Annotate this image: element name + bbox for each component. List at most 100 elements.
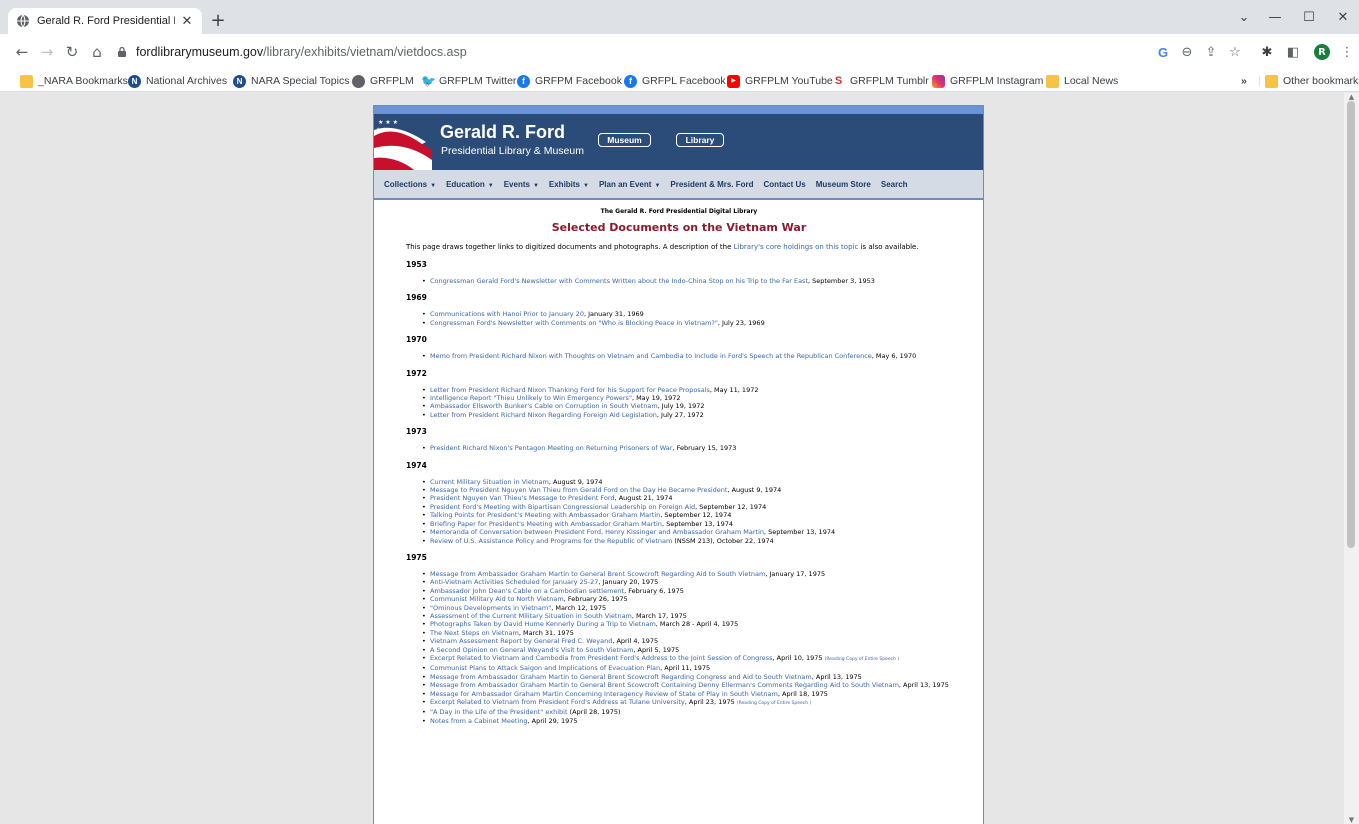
menu-dots-icon[interactable]: ⋮ [1337,42,1357,62]
nav-item-search[interactable]: Search [881,180,908,189]
document-link[interactable]: Excerpt Related to Vietnam and Cambodia … [430,654,773,662]
minimize-icon[interactable]: — [1261,6,1289,28]
bookmark-national-archives[interactable]: N National Archives [128,72,227,90]
google-translate-icon[interactable]: G [1153,42,1173,62]
back-icon[interactable]: ← [13,43,31,61]
document-link[interactable]: Briefing Paper for President's Meeting w… [430,520,662,528]
document-link[interactable]: Letter from President Richard Nixon Rega… [430,411,657,419]
document-link[interactable]: President Richard Nixon's Pentagon Meeti… [430,444,672,452]
document-link[interactable]: Assessment of the Current Military Situa… [430,612,632,620]
scrollbar-thumb[interactable] [1347,101,1355,548]
forward-icon[interactable]: → [38,43,56,61]
twitter-icon: 🐦 [421,73,436,88]
bookmark-nara-bookmarks[interactable]: _NARA Bookmarks [20,72,128,90]
document-list: Message from Ambassador Graham Martin to… [422,570,954,726]
nav-item-exhibits[interactable]: Exhibits ▼ [549,180,589,189]
document-link[interactable]: Excerpt Related to Vietnam from Presiden… [430,698,685,706]
core-holdings-link[interactable]: Library's core holdings on this topic [734,243,859,251]
document-link[interactable]: Anti-Vietnam Activities Scheduled for Ja… [430,578,598,586]
museum-button[interactable]: Museum [598,133,651,147]
tumblr-icon: S [834,74,843,87]
bookmark-grfplm[interactable]: GRFPLM [352,72,414,90]
document-link[interactable]: Communications with Hanoi Prior to Janua… [430,310,584,318]
scrollbar[interactable]: ▲ ▼ [1344,93,1359,824]
scroll-down-arrow-icon[interactable]: ▼ [1347,816,1356,824]
document-link[interactable]: Message from Ambassador Graham Martin to… [430,570,765,578]
document-link[interactable]: Current Military Situation in Vietnam [430,478,549,486]
document-link[interactable]: Letter from President Richard Nixon Than… [430,386,710,394]
document-link[interactable]: Ambassador John Dean's Cable on a Cambod… [430,587,624,595]
document-link[interactable]: A Second Opinion on General Weyand's Vis… [430,646,633,654]
bookmark-other-bookmarks[interactable]: Other bookmarks [1265,72,1359,90]
bookmark-grfplm-instagram[interactable]: GRFPLM Instagram [932,72,1043,90]
bookmark-grfplm-twitter[interactable]: 🐦 GRFPLM Twitter [421,72,516,90]
maximize-icon[interactable]: ☐ [1295,6,1323,28]
document-link[interactable]: Message for Ambassador Graham Martin Con… [430,690,778,698]
document-link[interactable]: Congressman Gerald Ford's Newsletter wit… [430,277,808,285]
close-window-icon[interactable]: ✕ [1329,6,1357,28]
brand-name[interactable]: Gerald R. Ford [440,122,565,143]
nav-item-contact-us[interactable]: Contact Us [764,180,806,189]
share-icon[interactable]: ⇪ [1201,42,1221,62]
home-icon[interactable]: ⌂ [88,43,106,61]
document-link[interactable]: Photographs Taken by David Hume Kennerly… [430,620,656,628]
bookmark-label: GRFPM Facebook [535,75,622,87]
document-link[interactable]: Notes from a Cabinet Meeting [430,717,527,725]
document-link[interactable]: "A Day in the Life of the President" exh… [430,708,568,716]
nav-item-plan-an-event[interactable]: Plan an Event ▼ [599,180,660,189]
document-date: , April 11, 1975 [660,664,711,673]
document-link[interactable]: Congressman Ford's Newsletter with Comme… [430,319,718,327]
document-date: , September 13, 1974 [661,519,734,528]
profile-avatar[interactable]: R [1314,44,1330,60]
nav-item-label: Collections [384,179,428,189]
close-tab-icon[interactable]: ✕ [180,14,194,29]
new-tab-icon[interactable]: + [208,11,228,31]
document-link[interactable]: Talking Points for President's Meeting w… [430,511,660,519]
library-button[interactable]: Library [676,133,724,147]
year-heading: 1974 [406,460,427,470]
scroll-up-arrow-icon[interactable]: ▲ [1347,93,1356,101]
document-link[interactable]: President Nguyen Van Thieu's Message to … [430,494,615,502]
bookmark-star-icon[interactable]: ☆ [1225,42,1245,62]
nav-item-events[interactable]: Events ▼ [504,180,539,189]
nav-item-collections[interactable]: Collections ▼ [384,180,436,189]
document-link[interactable]: Memo from President Richard Nixon with T… [430,352,872,360]
browser-tab[interactable]: Gerald R. Ford Presidential Librar ✕ [8,8,202,34]
bookmark-grfplm-tumblr[interactable]: S GRFPLM Tumblr [832,72,929,90]
document-link[interactable]: Message from Ambassador Graham Martin to… [430,673,812,681]
document-list-item: Talking Points for President's Meeting w… [422,511,958,520]
document-link[interactable]: Intelligence Report "Thieu Unlikely to W… [430,394,632,402]
side-panel-icon[interactable]: ◧ [1283,42,1303,62]
nav-item-education[interactable]: Education ▼ [446,180,494,189]
nav-item-president-mrs-ford[interactable]: President & Mrs. Ford [670,180,753,189]
globe-icon [17,14,29,28]
document-link[interactable]: Review of U.S. Assistance Policy and Pro… [430,537,672,545]
tab-search-chevron-icon[interactable]: ⌄ [1230,6,1258,28]
reading-copy-link[interactable]: (Reading Copy of Entire Speech ) [825,657,900,662]
bookmark-grfpl-facebook[interactable]: f GRFPL Facebook [624,72,726,90]
document-link[interactable]: Message from Ambassador Graham Martin to… [430,681,899,689]
document-link[interactable]: Memoranda of Conversation between Presid… [430,528,764,536]
document-link[interactable]: The Next Steps on Vietnam [430,629,519,637]
document-link[interactable]: Vietnam Assessment Report by General Fre… [430,637,612,645]
document-link[interactable]: Message to President Nguyen Van Thieu fr… [430,486,727,494]
reload-icon[interactable]: ↻ [63,43,81,61]
document-link[interactable]: Communist Military Aid to North Vietnam [430,595,564,603]
document-link[interactable]: President Ford's Meeting with Bipartisan… [430,503,695,511]
nav-item-museum-store[interactable]: Museum Store [816,180,871,189]
zoom-icon[interactable]: ⊖ [1177,42,1197,62]
document-list-item: Communist Plans to Attack Saigon and Imp… [422,664,958,673]
extensions-icon[interactable]: ✱ [1257,42,1277,62]
reading-copy-link[interactable]: (Reading Copy of Entire Speech ) [737,701,812,706]
bookmark-grfpm-facebook[interactable]: f GRFPM Facebook [517,72,622,90]
document-date: , September 12, 1974 [660,511,732,520]
document-list-item: Communist Military Aid to North Vietnam,… [422,595,958,604]
document-link[interactable]: Communist Plans to Attack Saigon and Imp… [430,664,660,672]
bookmark-grfplm-youtube[interactable]: ▶ GRFPLM YouTube [727,72,833,90]
address-bar[interactable]: fordlibrarymuseum.gov/library/exhibits/v… [112,39,1138,65]
bookmark-nara-special-topics[interactable]: N NARA Special Topics [233,72,349,90]
document-link[interactable]: Ambassador Ellsworth Bunker's Cable on C… [430,402,658,410]
bookmarks-overflow-chevron[interactable]: » [1241,72,1247,90]
bookmark-local-news[interactable]: Local News [1046,72,1118,90]
document-link[interactable]: "Ominous Developments in Vietnam" [430,604,551,612]
